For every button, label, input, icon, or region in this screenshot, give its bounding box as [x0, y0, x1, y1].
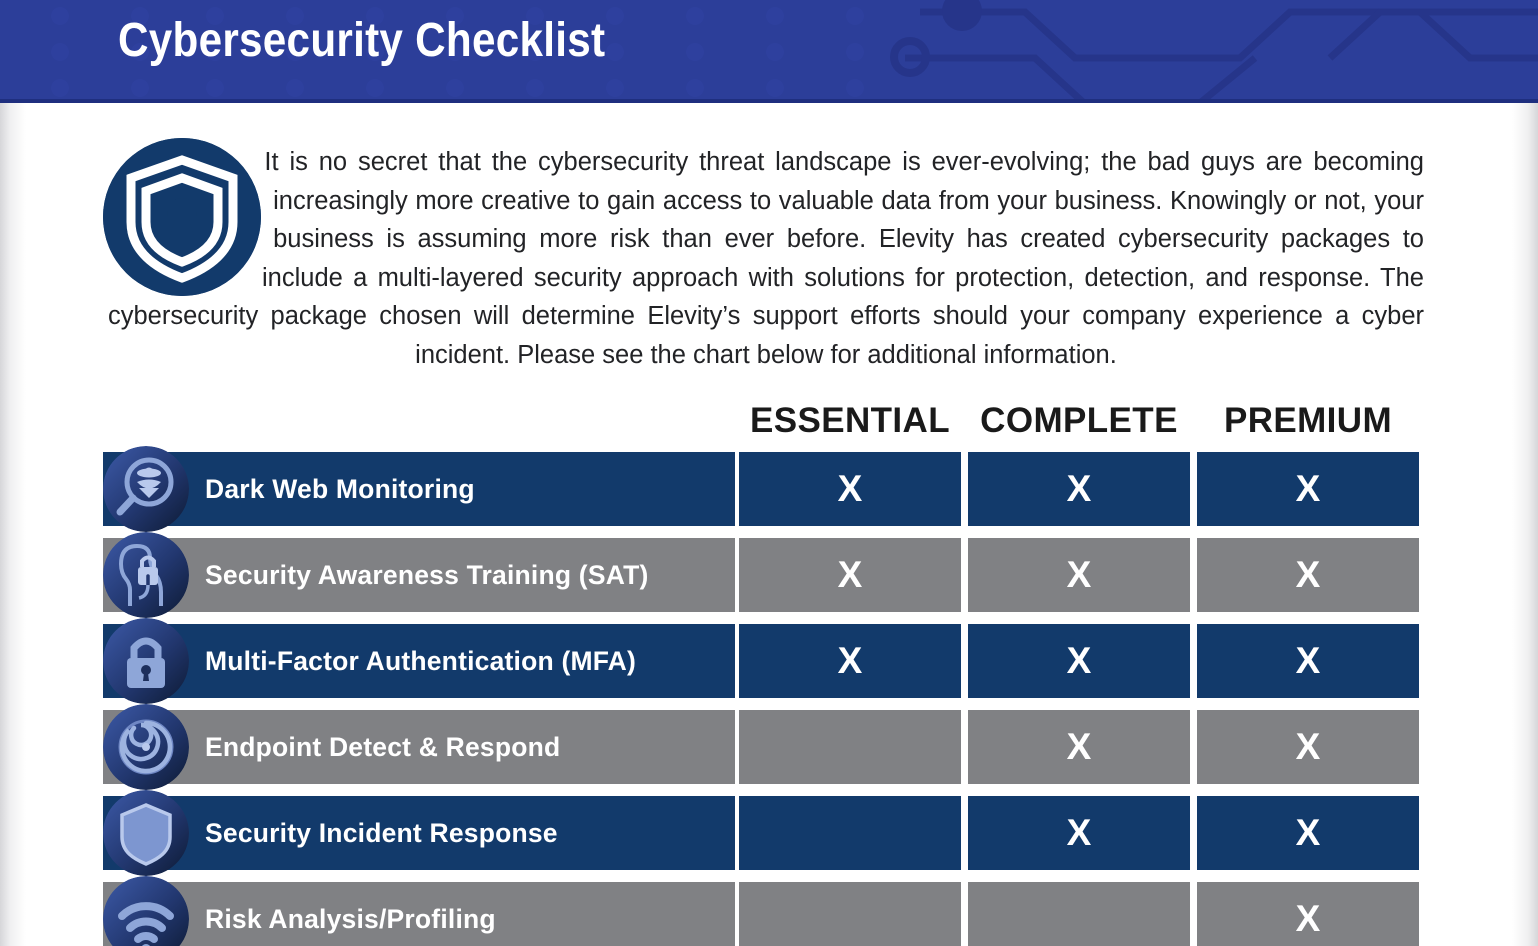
row-label-bar: Security Incident Response	[103, 796, 735, 870]
spiral-radar-icon	[103, 704, 189, 790]
cell-complete: X	[968, 452, 1190, 526]
intro-section: It is no secret that the cybersecurity t…	[0, 103, 1538, 383]
table-row: Dark Web Monitoring X X X	[0, 446, 1538, 532]
row-label-bar: Dark Web Monitoring	[103, 452, 735, 526]
row-cells: X X X	[739, 624, 1419, 698]
cell-complete: X	[968, 624, 1190, 698]
table-row: Multi-Factor Authentication (MFA) X X X	[0, 618, 1538, 704]
table-row: Risk Analysis/Profiling X	[0, 876, 1538, 946]
row-label: Risk Analysis/Profiling	[205, 903, 496, 934]
row-cells: X X	[739, 710, 1419, 784]
table-row: Security Incident Response X X	[0, 790, 1538, 876]
cell-complete: X	[968, 710, 1190, 784]
column-header-premium: PREMIUM	[1223, 401, 1393, 440]
shield-keyhole-icon	[103, 138, 261, 296]
table-row: Security Awareness Training (SAT) X X X	[0, 532, 1538, 618]
cell-essential	[739, 710, 961, 784]
column-header-complete: COMPLETE	[980, 401, 1178, 440]
cell-complete: X	[968, 796, 1190, 870]
row-label: Multi-Factor Authentication (MFA)	[205, 645, 637, 676]
row-label: Dark Web Monitoring	[205, 473, 475, 504]
page-header: Cybersecurity Checklist	[0, 0, 1538, 103]
cell-essential: X	[739, 624, 961, 698]
row-label: Security Incident Response	[205, 817, 558, 848]
cell-essential	[739, 882, 961, 946]
circuit-node-filled	[942, 0, 982, 31]
table-row: Endpoint Detect & Respond X X	[0, 704, 1538, 790]
table-column-headers: ESSENTIAL COMPLETE PREMIUM	[739, 399, 1398, 447]
cell-premium: X	[1197, 710, 1419, 784]
row-cells: X X X	[739, 452, 1419, 526]
row-label-bar: Security Awareness Training (SAT)	[103, 538, 735, 612]
cell-premium: X	[1197, 452, 1419, 526]
cell-complete: X	[968, 538, 1190, 612]
header-rule	[0, 99, 1538, 103]
cell-complete	[968, 882, 1190, 946]
package-comparison-table: ESSENTIAL COMPLETE PREMIUM Dark Web Moni…	[0, 383, 1538, 946]
cell-premium: X	[1197, 796, 1419, 870]
row-label-bar: Risk Analysis/Profiling	[103, 882, 735, 946]
row-label: Endpoint Detect & Respond	[205, 731, 561, 762]
shield-icon	[103, 790, 189, 876]
cell-essential: X	[739, 452, 961, 526]
cell-essential	[739, 796, 961, 870]
head-lock-icon	[103, 532, 189, 618]
page-root: Cybersecurity Checklist It is no secret …	[0, 0, 1538, 946]
cell-essential: X	[739, 538, 961, 612]
column-header-essential: ESSENTIAL	[749, 401, 950, 440]
padlock-icon	[103, 618, 189, 704]
table-rows: Dark Web Monitoring X X X Security Aware…	[0, 446, 1538, 946]
magnifier-spy-icon	[103, 446, 189, 532]
page-title: Cybersecurity Checklist	[118, 14, 606, 67]
cell-premium: X	[1197, 882, 1419, 946]
row-cells: X	[739, 882, 1419, 946]
row-label-bar: Endpoint Detect & Respond	[103, 710, 735, 784]
cell-premium: X	[1197, 624, 1419, 698]
row-cells: X X X	[739, 538, 1419, 612]
intro-paragraph: It is no secret that the cybersecurity t…	[108, 143, 1424, 375]
cell-premium: X	[1197, 538, 1419, 612]
intro-paragraph-text: It is no secret that the cybersecurity t…	[108, 148, 1424, 369]
row-cells: X X	[739, 796, 1419, 870]
row-label: Security Awareness Training (SAT)	[205, 559, 649, 590]
row-label-bar: Multi-Factor Authentication (MFA)	[103, 624, 735, 698]
